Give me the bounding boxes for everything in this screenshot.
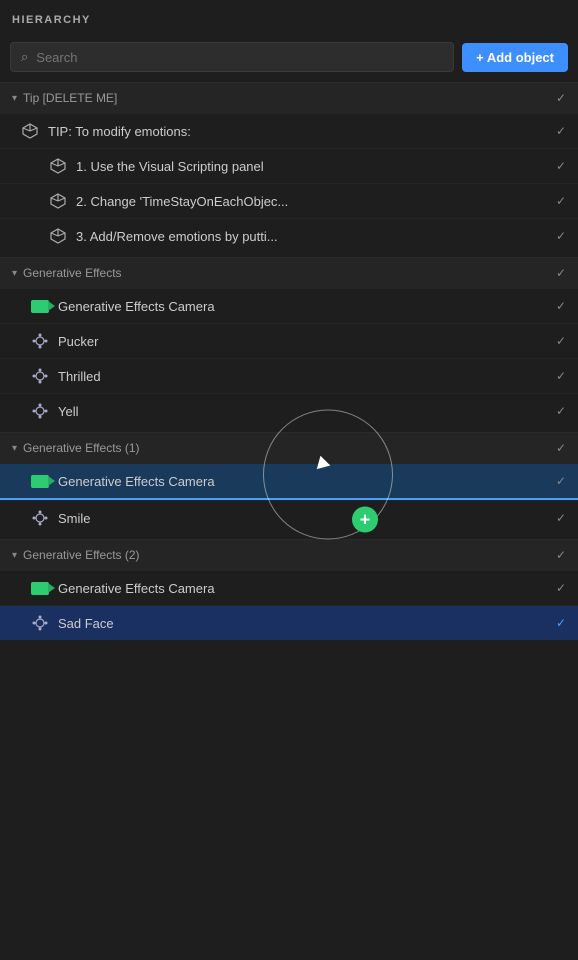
camera-icon (30, 471, 50, 491)
search-icon: ⌕ (21, 49, 28, 65)
section-label: Generative Effects (1) (23, 441, 556, 455)
cube-icon (48, 191, 68, 211)
check-icon: ✓ (556, 229, 566, 243)
check-icon: ✓ (556, 91, 566, 105)
check-icon: ✓ (556, 404, 566, 418)
list-item[interactable]: Smile ✓ (0, 500, 578, 535)
item-label: 2. Change 'TimeStayOnEachObjec... (76, 194, 550, 209)
item-label: Pucker (58, 334, 550, 349)
check-icon: ✓ (556, 581, 566, 595)
check-icon: ✓ (556, 334, 566, 348)
check-icon: ✓ (556, 474, 566, 488)
list-item[interactable]: Generative Effects Camera ✓ (0, 570, 578, 605)
item-label: Generative Effects Camera (58, 299, 550, 314)
list-item[interactable]: Yell ✓ (0, 393, 578, 428)
check-icon: ✓ (556, 124, 566, 138)
chevron-icon: ▾ (12, 443, 17, 454)
check-icon: ✓ (556, 194, 566, 208)
particle-icon (30, 331, 50, 351)
chevron-icon: ▾ (12, 550, 17, 561)
chevron-icon: ▾ (12, 93, 17, 104)
section-label: Generative Effects (2) (23, 548, 556, 562)
check-icon: ✓ (556, 548, 566, 562)
section-label: Tip [DELETE ME] (23, 91, 556, 105)
list-item[interactable]: 3. Add/Remove emotions by putti... ✓ (0, 218, 578, 253)
check-icon: ✓ (556, 159, 566, 173)
item-label: Generative Effects Camera (58, 474, 550, 489)
list-item[interactable]: Thrilled ✓ (0, 358, 578, 393)
list-item[interactable]: Generative Effects Camera ✓ + (0, 463, 578, 500)
item-label: Sad Face (58, 616, 550, 631)
check-icon: ✓ (556, 266, 566, 280)
particle-icon (30, 366, 50, 386)
item-label: Smile (58, 511, 550, 526)
check-icon: ✓ (556, 511, 566, 525)
check-icon: ✓ (556, 616, 566, 630)
particle-icon (30, 508, 50, 528)
list-item[interactable]: 1. Use the Visual Scripting panel ✓ (0, 148, 578, 183)
panel: HIERARCHY ⌕ + Add object ▾ Tip [DELETE M… (0, 0, 578, 640)
toolbar: ⌕ + Add object (0, 36, 578, 82)
section-generative-effects-1[interactable]: ▾ Generative Effects (1) ✓ (0, 432, 578, 463)
camera-icon (30, 296, 50, 316)
section-label: Generative Effects (23, 266, 556, 280)
item-label: Generative Effects Camera (58, 581, 550, 596)
particle-icon (30, 401, 50, 421)
list-item[interactable]: Generative Effects Camera ✓ (0, 288, 578, 323)
camera-icon (30, 578, 50, 598)
cube-icon (48, 156, 68, 176)
particle-icon (30, 613, 50, 633)
search-box[interactable]: ⌕ (10, 42, 454, 72)
item-label: 1. Use the Visual Scripting panel (76, 159, 550, 174)
item-label: Thrilled (58, 369, 550, 384)
check-icon: ✓ (556, 369, 566, 383)
panel-header: HIERARCHY (0, 0, 578, 36)
check-icon: ✓ (556, 299, 566, 313)
item-label: Yell (58, 404, 550, 419)
item-label: 3. Add/Remove emotions by putti... (76, 229, 550, 244)
section-generative-effects[interactable]: ▾ Generative Effects ✓ (0, 257, 578, 288)
item-label: TIP: To modify emotions: (48, 124, 550, 139)
list-item[interactable]: 2. Change 'TimeStayOnEachObjec... ✓ (0, 183, 578, 218)
list-item[interactable]: TIP: To modify emotions: ✓ (0, 113, 578, 148)
cube-icon (48, 226, 68, 246)
list-item[interactable]: Sad Face ✓ (0, 605, 578, 640)
add-object-button[interactable]: + Add object (462, 43, 568, 72)
cube-icon (20, 121, 40, 141)
section-generative-effects-2[interactable]: ▾ Generative Effects (2) ✓ (0, 539, 578, 570)
search-input[interactable] (36, 50, 443, 65)
section-tip-delete[interactable]: ▾ Tip [DELETE ME] ✓ (0, 82, 578, 113)
check-icon: ✓ (556, 441, 566, 455)
list-item[interactable]: Pucker ✓ (0, 323, 578, 358)
chevron-icon: ▾ (12, 268, 17, 279)
